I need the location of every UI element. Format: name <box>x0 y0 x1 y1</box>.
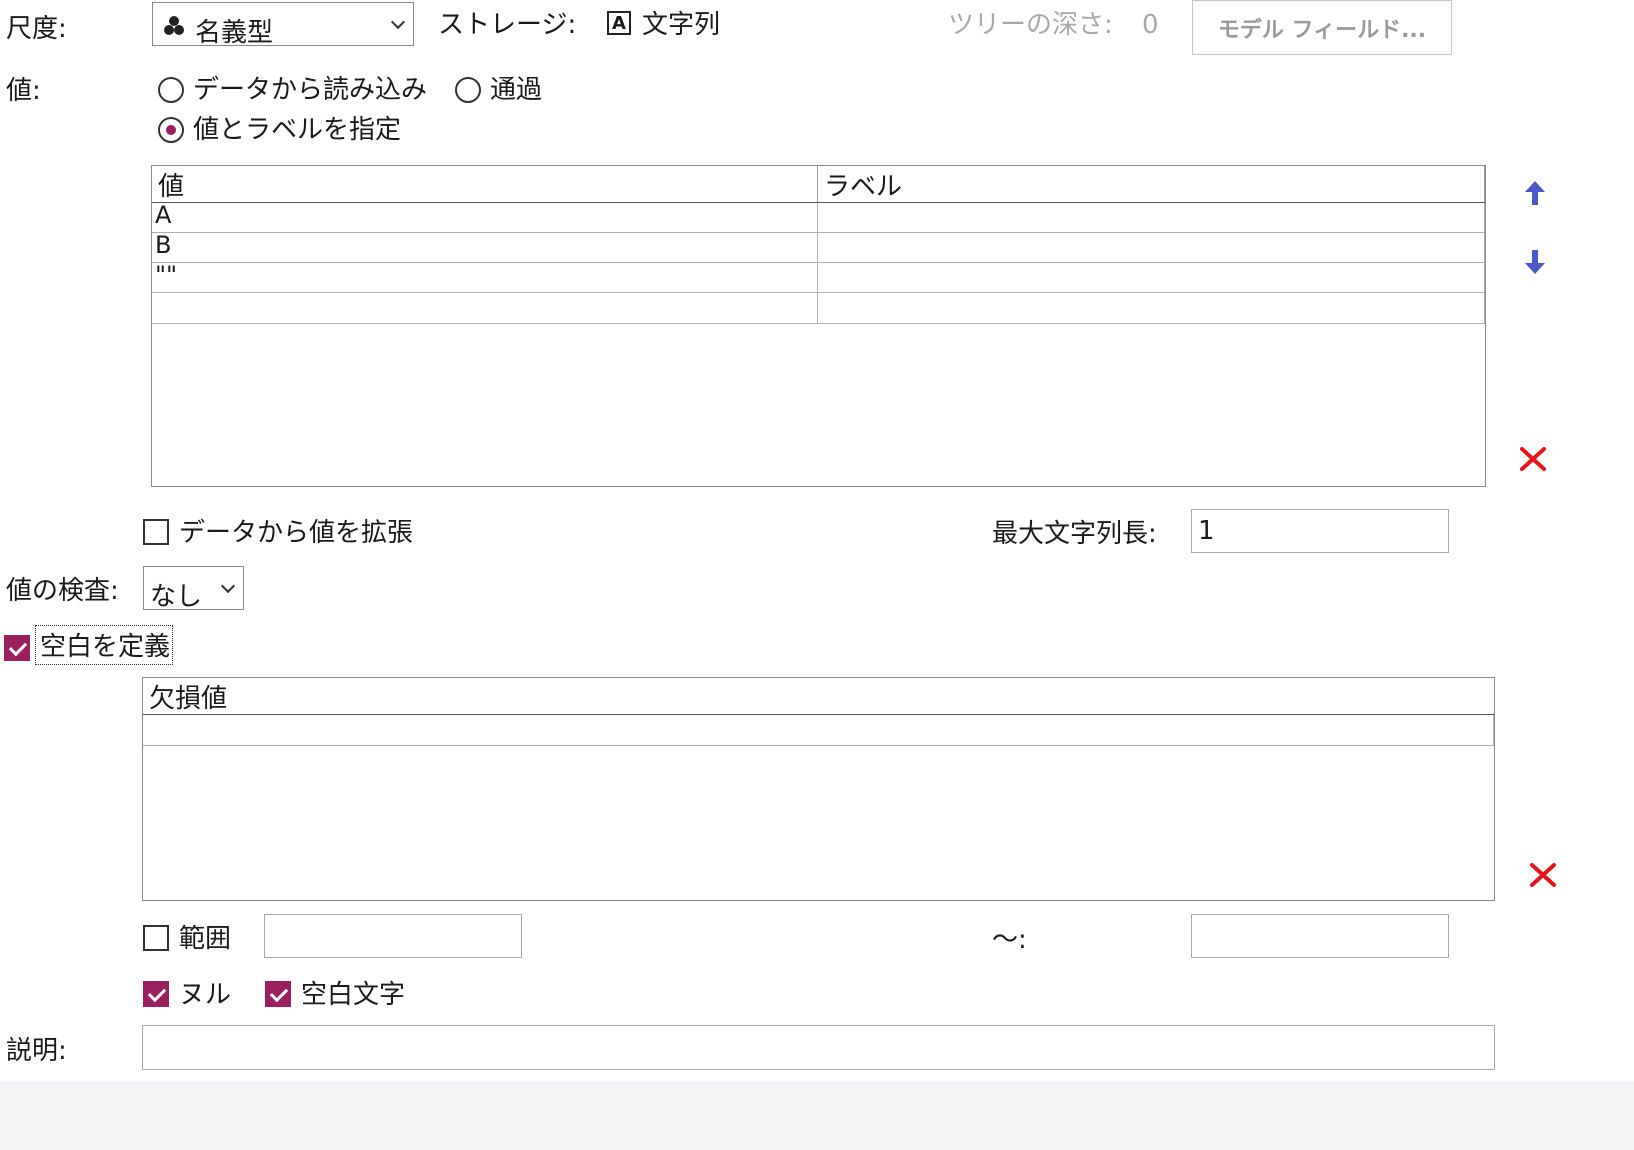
nominal-icon <box>163 14 185 36</box>
footer-area <box>0 1081 1634 1150</box>
table-cell-label[interactable] <box>818 263 1485 293</box>
null-label: ヌル <box>179 980 232 1010</box>
radio-read-label: データから読み込み <box>193 75 428 105</box>
table-cell-value[interactable]: "" <box>152 263 818 293</box>
description-label: 説明: <box>6 1036 67 1066</box>
table-cell-label[interactable] <box>818 203 1485 233</box>
delete-x-icon[interactable] <box>1519 446 1547 479</box>
null-checkbox[interactable] <box>143 981 169 1007</box>
range-to-input[interactable] <box>1191 914 1449 958</box>
value-check-dropdown[interactable]: なし <box>143 566 244 612</box>
table-cell-label[interactable] <box>818 293 1485 324</box>
max-length-label: 最大文字列長: <box>992 519 1157 549</box>
range-checkbox[interactable] <box>143 925 169 951</box>
text-storage-icon: A <box>607 11 631 35</box>
chevron-down-icon <box>220 578 236 594</box>
define-blank-label[interactable]: 空白を定義 <box>35 625 174 665</box>
values-table-header: 値 ラベル <box>152 166 1485 203</box>
missing-table-header: 欠損値 <box>143 678 1494 715</box>
table-cell-missing[interactable] <box>143 715 1494 746</box>
measurement-value: 名義型 <box>195 18 274 48</box>
radio-specify-values[interactable] <box>158 117 184 143</box>
measurement-dropdown[interactable]: 名義型 <box>152 2 414 48</box>
arrow-up-icon[interactable] <box>1524 180 1546 213</box>
storage-label: ストレージ: <box>438 10 577 40</box>
values-table[interactable]: 値 ラベル A B "" <box>151 165 1486 487</box>
value-check-label: 値の検査: <box>6 576 119 606</box>
column-header-missing[interactable]: 欠損値 <box>143 678 1493 714</box>
whitespace-label: 空白文字 <box>301 980 406 1010</box>
arrow-down-icon[interactable] <box>1524 249 1546 282</box>
tree-depth-label: ツリーの深さ: <box>948 10 1113 40</box>
range-from-input[interactable] <box>264 914 522 958</box>
table-cell-value[interactable]: B <box>152 233 818 263</box>
missing-values-table[interactable]: 欠損値 <box>142 677 1495 901</box>
table-cell-value[interactable] <box>152 293 818 324</box>
model-field-button[interactable]: モデル フィールド... <box>1192 0 1452 55</box>
value-check-value: なし <box>150 582 203 612</box>
radio-pass[interactable] <box>455 77 481 103</box>
delete-x-icon[interactable] <box>1529 862 1557 895</box>
max-length-value: 1 <box>1198 516 1215 546</box>
table-cell-value[interactable]: A <box>152 203 818 233</box>
radio-read-from-data[interactable] <box>158 77 184 103</box>
storage-value: 文字列 <box>642 10 721 40</box>
extend-values-label: データから値を拡張 <box>179 518 414 548</box>
max-length-input[interactable]: 1 <box>1191 509 1449 553</box>
tree-depth-value: 0 <box>1142 10 1159 40</box>
extend-values-checkbox[interactable] <box>143 519 169 545</box>
measurement-label: 尺度: <box>6 14 67 44</box>
column-header-label[interactable]: ラベル <box>818 166 1485 202</box>
whitespace-checkbox[interactable] <box>265 981 291 1007</box>
values-label: 値: <box>6 76 41 106</box>
radio-specify-label: 値とラベルを指定 <box>193 115 402 145</box>
range-label: 範囲 <box>179 924 232 954</box>
range-to-label: 〜: <box>992 925 1027 955</box>
column-header-value[interactable]: 値 <box>152 166 818 202</box>
chevron-down-icon <box>390 14 406 30</box>
radio-pass-label: 通過 <box>490 75 543 105</box>
define-blank-checkbox[interactable] <box>4 635 30 661</box>
description-input[interactable] <box>142 1025 1495 1070</box>
table-cell-label[interactable] <box>818 233 1485 263</box>
